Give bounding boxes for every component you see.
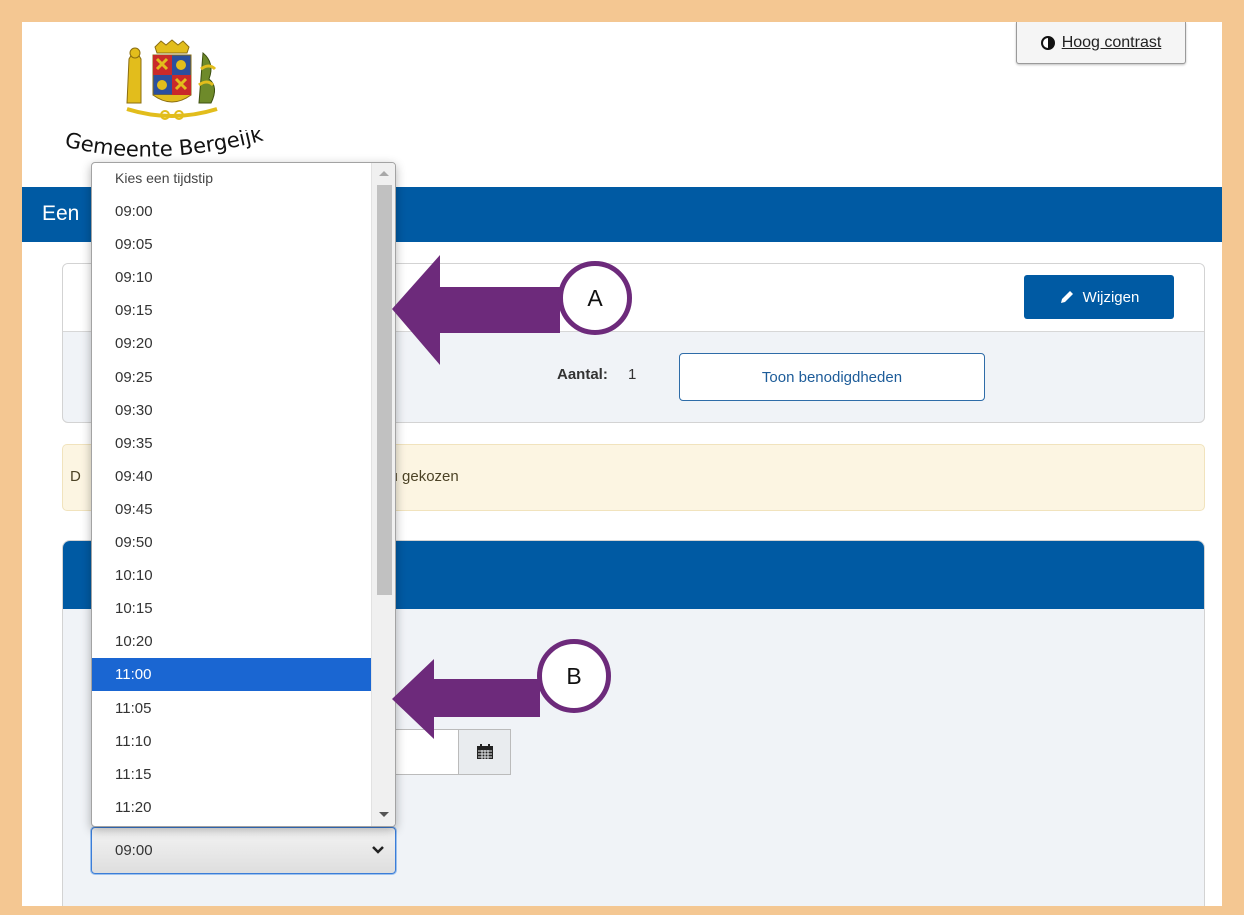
- time-dropdown-list[interactable]: Kies een tijdstip 09:00 09:05 09:10 09:15 09…: [91, 162, 396, 827]
- time-option-0935[interactable]: 09:35: [92, 427, 373, 460]
- time-option-0920[interactable]: 09:20: [92, 327, 373, 360]
- callout-a: A: [558, 261, 632, 335]
- time-option-0915[interactable]: 09:15: [92, 294, 373, 327]
- time-option-0905[interactable]: 09:05: [92, 228, 373, 261]
- time-option-1120[interactable]: 11:20: [92, 791, 373, 824]
- app-frame: Hoog contrast Gemeente Bergeijk Een Wijz: [22, 22, 1222, 906]
- dropdown-placeholder[interactable]: Kies een tijdstip: [92, 163, 373, 193]
- time-option-1100[interactable]: 11:00: [92, 658, 373, 692]
- time-option-0940[interactable]: 09:40: [92, 460, 373, 493]
- time-option-1010[interactable]: 10:10: [92, 559, 373, 592]
- chevron-down-icon: [372, 846, 384, 854]
- show-requirements-button[interactable]: Toon benodigdheden: [679, 353, 985, 401]
- banner-title: Een: [42, 202, 80, 225]
- high-contrast-button[interactable]: Hoog contrast: [1016, 22, 1186, 64]
- time-option-0950[interactable]: 09:50: [92, 526, 373, 559]
- pencil-icon: [1060, 291, 1073, 303]
- high-contrast-label: Hoog contrast: [1061, 33, 1162, 51]
- edit-label: Wijzigen: [1082, 288, 1140, 306]
- time-option-0925[interactable]: 09:25: [92, 361, 373, 394]
- scroll-down-arrow-icon[interactable]: [379, 812, 389, 817]
- edit-button[interactable]: Wijzigen: [1024, 275, 1174, 319]
- contrast-icon: [1040, 35, 1055, 50]
- scroll-up-arrow-icon[interactable]: [379, 171, 389, 176]
- time-option-0910[interactable]: 09:10: [92, 261, 373, 294]
- callout-b: B: [537, 639, 611, 713]
- time-option-1110[interactable]: 11:10: [92, 725, 373, 758]
- time-option-1115[interactable]: 11:15: [92, 758, 373, 791]
- time-option-0945[interactable]: 09:45: [92, 493, 373, 526]
- alert-text-start: D: [70, 468, 81, 485]
- scroll-thumb[interactable]: [377, 185, 392, 595]
- time-select-value: 09:00: [115, 842, 153, 859]
- arrow-a: [392, 255, 560, 365]
- time-option-1020[interactable]: 10:20: [92, 625, 373, 658]
- time-option-0900[interactable]: 09:00: [92, 195, 373, 228]
- time-select[interactable]: 09:00: [91, 827, 396, 874]
- svg-text:Gemeente Bergeijk: Gemeente Bergeijk: [63, 130, 266, 162]
- arrow-b: [392, 659, 540, 739]
- time-option-1105[interactable]: 11:05: [92, 692, 373, 725]
- coat-of-arms-logo: [126, 39, 218, 120]
- time-option-0930[interactable]: 09:30: [92, 394, 373, 427]
- time-option-1015[interactable]: 10:15: [92, 592, 373, 625]
